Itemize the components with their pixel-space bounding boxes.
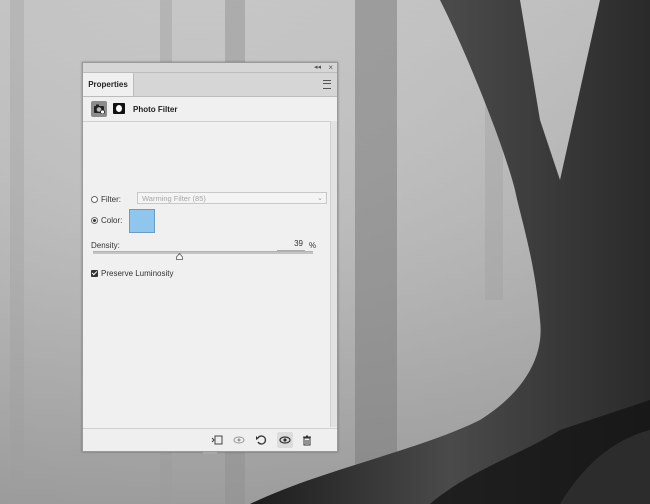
tab-properties[interactable]: Properties [83,73,134,96]
clip-to-layer-icon[interactable] [209,432,225,448]
tab-bar: Properties [83,73,337,97]
filter-select-value: Warming Filter (85) [142,194,206,203]
color-label: Color: [101,216,123,225]
collapse-icon[interactable]: ◂◂ [314,63,321,72]
density-slider-thumb[interactable] [175,253,183,260]
filter-row: Filter: Warming Filter (85) ⌄ [91,192,327,204]
properties-panel: ◂◂ × Properties Photo Filter Filter: War… [82,62,338,454]
panel-menu-icon[interactable] [323,80,331,89]
panel-title-bar[interactable]: ◂◂ × [83,63,337,73]
preserve-luminosity-row: Preserve Luminosity [91,269,173,278]
view-previous-state-icon[interactable] [231,432,247,448]
photo-filter-adjustment-icon[interactable] [91,101,107,117]
color-radio[interactable] [91,217,98,224]
reset-icon[interactable] [253,432,269,448]
adjustment-title: Photo Filter [133,105,178,114]
adjustment-header: Photo Filter [83,97,337,122]
filter-radio[interactable] [91,196,98,203]
preserve-luminosity-checkbox[interactable] [91,270,98,277]
filter-label: Filter: [101,195,121,204]
trash-icon[interactable] [299,432,315,448]
close-icon[interactable]: × [328,63,333,72]
density-slider-track[interactable] [93,251,313,254]
preserve-luminosity-label: Preserve Luminosity [101,269,174,278]
panel-resize-grip[interactable] [203,452,217,454]
panel-scrollbar[interactable] [330,121,337,427]
layer-mask-icon[interactable] [113,103,125,114]
density-unit: % [309,241,317,250]
visibility-eye-icon[interactable] [277,432,293,448]
chevron-down-icon: ⌄ [317,195,323,202]
density-label: Density: [91,241,120,250]
filter-select[interactable]: Warming Filter (85) ⌄ [137,192,327,204]
density-input[interactable]: 39 [277,239,305,251]
panel-footer [83,428,337,454]
color-row: Color: [91,209,155,233]
color-swatch[interactable] [129,209,155,233]
